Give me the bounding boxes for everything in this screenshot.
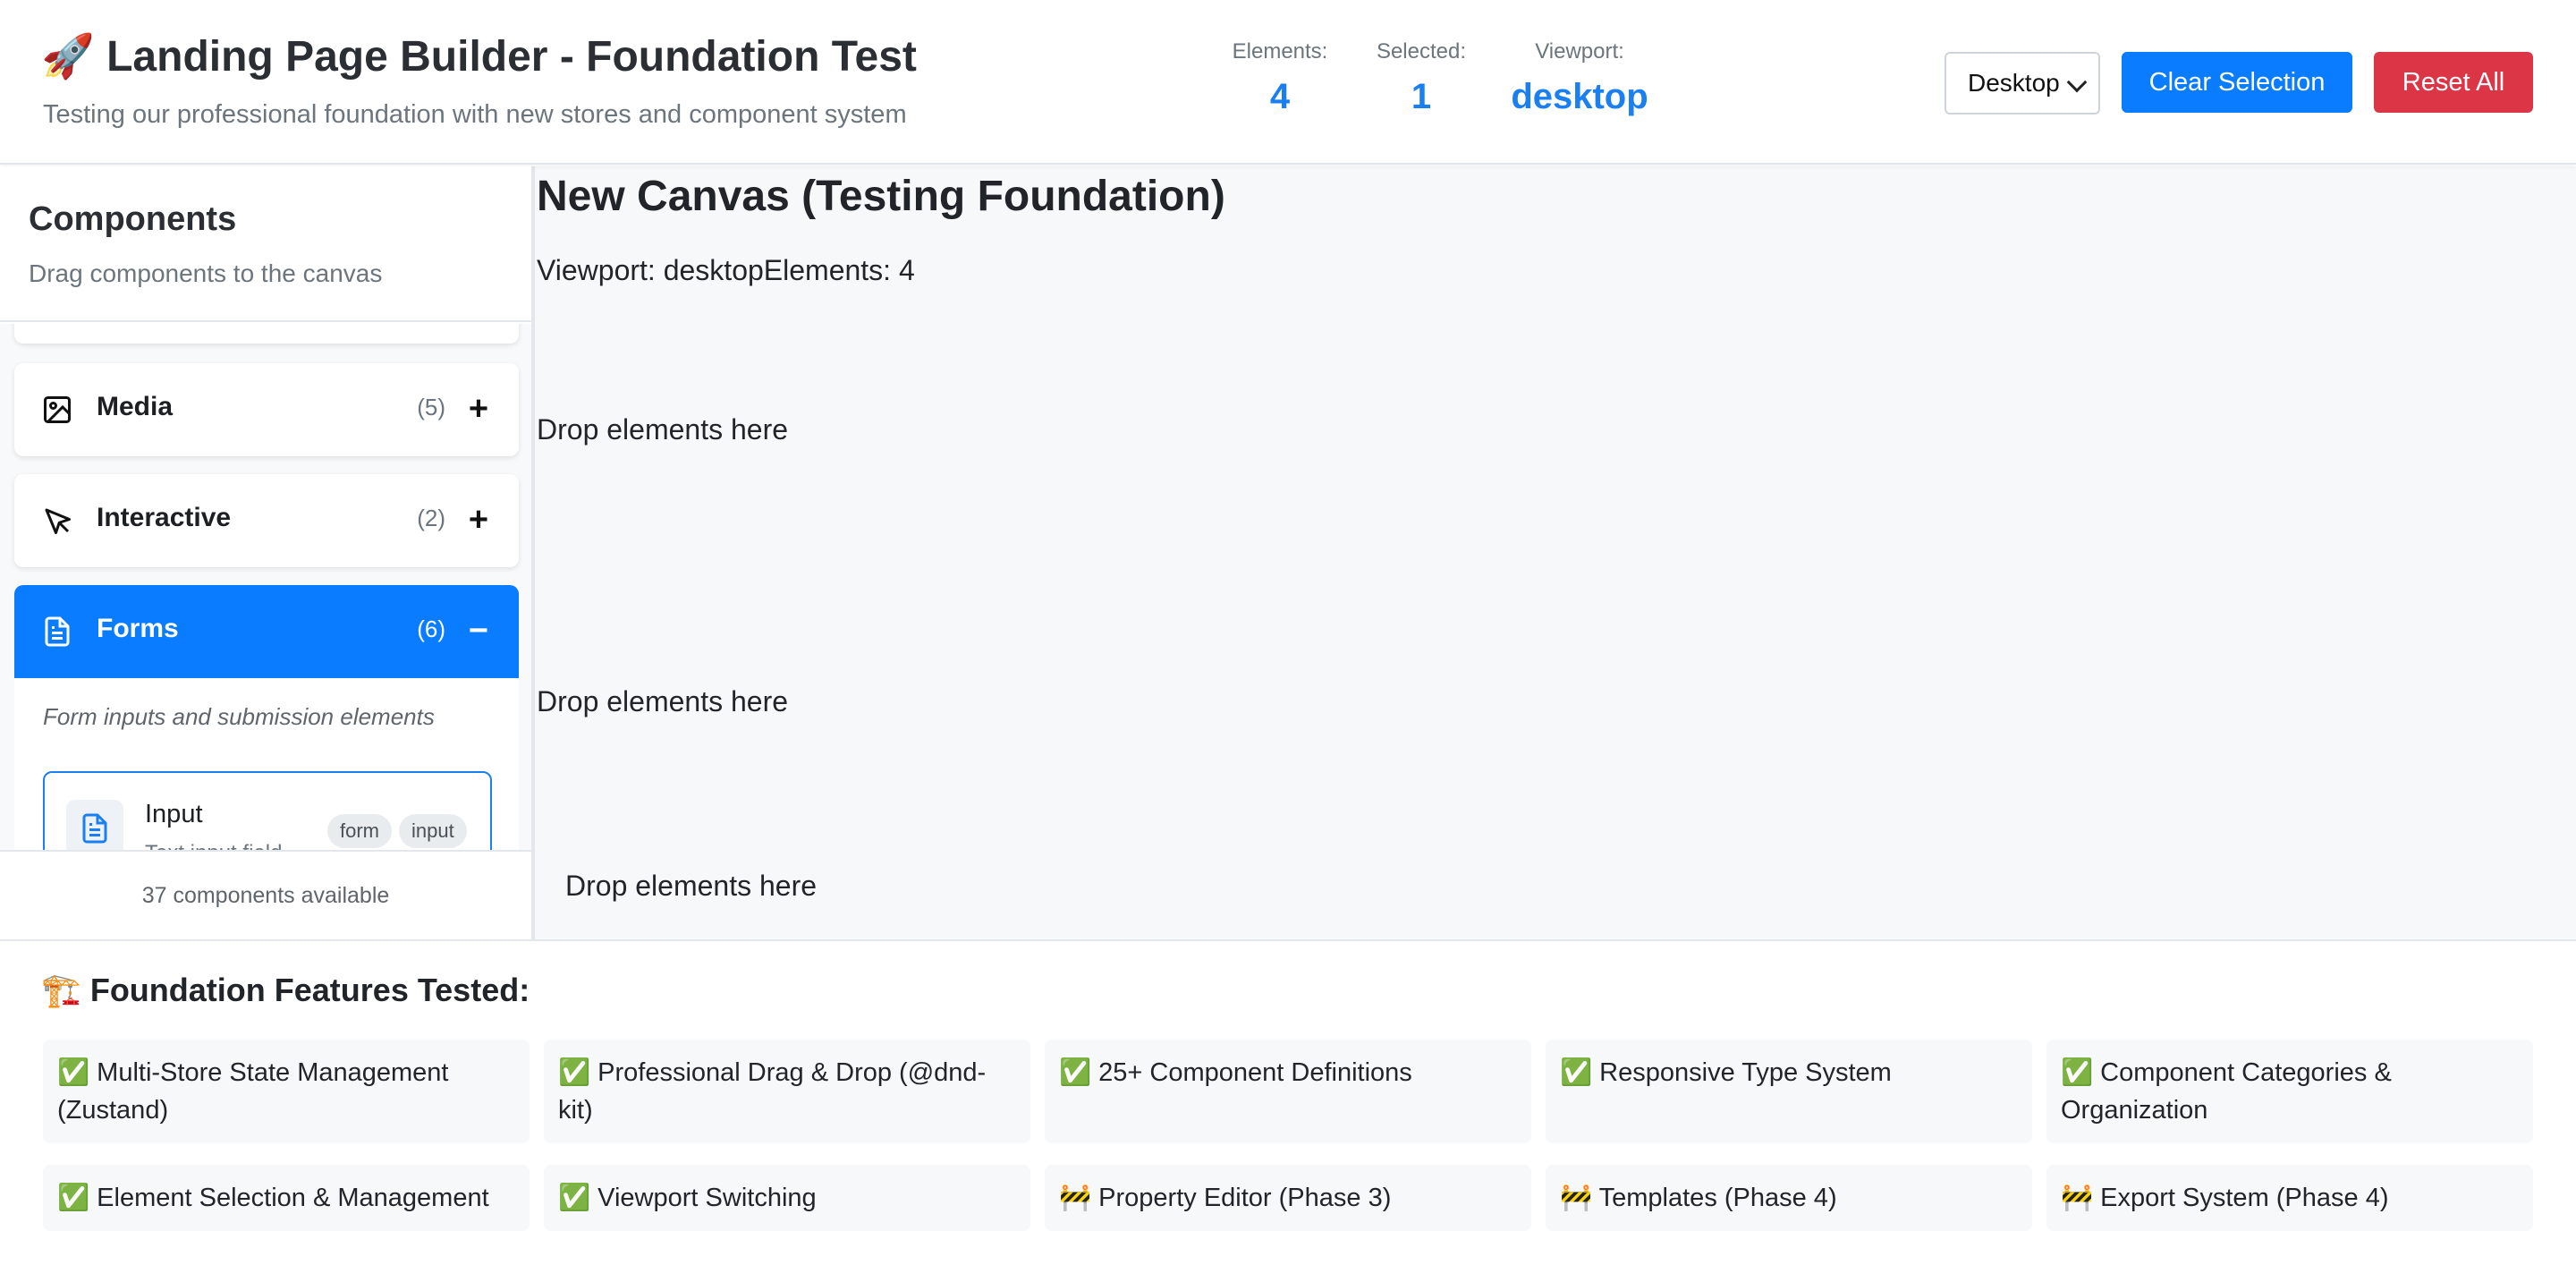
stat-viewport-label: Viewport:	[1535, 39, 1624, 64]
canvas-info: Viewport: desktopElements: 4	[537, 254, 915, 286]
sidebar-header: Components Drag components to the canvas	[0, 166, 531, 322]
category-forms-description: Form inputs and submission elements	[43, 703, 435, 730]
drop-zone[interactable]: Drop elements here	[565, 870, 817, 903]
page-title: 🚀 Landing Page Builder - Foundation Test	[41, 33, 917, 81]
component-name: Input	[145, 800, 203, 828]
canvas-title: New Canvas (Testing Foundation)	[537, 173, 1225, 220]
app-header: 🚀 Landing Page Builder - Foundation Test…	[0, 0, 2576, 165]
features-title: 🏗️ Foundation Features Tested:	[41, 972, 530, 1008]
feature-item: ✅ Element Selection & Management	[43, 1165, 530, 1231]
components-sidebar: Components Drag components to the canvas…	[0, 166, 535, 939]
category-interactive-count: (2)	[417, 505, 445, 531]
feature-item: 🚧 Templates (Phase 4)	[1546, 1165, 2032, 1231]
feature-item: ✅ Professional Drag & Drop (@dnd-kit)	[544, 1040, 1030, 1143]
category-forms-label: Forms	[97, 614, 179, 643]
chevron-down-icon	[2066, 72, 2088, 93]
stat-selected-label: Selected:	[1376, 39, 1467, 64]
features-panel: 🏗️ Foundation Features Tested: ✅ Multi-S…	[0, 939, 2576, 1265]
reset-all-button[interactable]: Reset All	[2374, 52, 2533, 113]
page-subtitle: Testing our professional foundation with…	[43, 100, 907, 129]
expand-icon[interactable]: +	[463, 503, 494, 537]
feature-item: ✅ Component Categories & Organization	[2046, 1040, 2533, 1143]
feature-item: ✅ Viewport Switching	[544, 1165, 1030, 1231]
category-media-count: (5)	[417, 394, 445, 420]
sidebar-title: Components	[29, 200, 237, 238]
category-interactive-label: Interactive	[97, 503, 232, 532]
stat-viewport: Viewport: desktop	[1508, 39, 1651, 117]
category-media-label: Media	[97, 392, 174, 421]
drop-zone[interactable]: Drop elements here	[537, 413, 788, 446]
category-forms-content: Form inputs and submission elements Inpu…	[14, 678, 519, 853]
viewport-select[interactable]: Desktop	[1945, 52, 2100, 115]
drop-zone[interactable]: Drop elements here	[537, 685, 788, 718]
feature-item: 🚧 Property Editor (Phase 3)	[1045, 1165, 1531, 1231]
viewport-select-value: Desktop	[1968, 69, 2060, 97]
component-tag: form	[327, 814, 392, 848]
category-forms[interactable]: Forms (6) −	[14, 585, 519, 678]
category-item-partial[interactable]	[14, 324, 519, 344]
feature-item: ✅ 25+ Component Definitions	[1045, 1040, 1531, 1143]
category-interactive[interactable]: Interactive (2) +	[14, 474, 519, 567]
expand-icon[interactable]: +	[463, 392, 494, 426]
clear-selection-button[interactable]: Clear Selection	[2122, 52, 2352, 113]
image-icon	[44, 396, 71, 423]
document-icon	[82, 813, 107, 844]
document-icon	[45, 616, 70, 647]
canvas-area[interactable]: New Canvas (Testing Foundation) Viewport…	[535, 166, 2576, 939]
stat-viewport-value: desktop	[1511, 77, 1648, 116]
sidebar-subtitle: Drag components to the canvas	[29, 259, 383, 287]
stat-elements-label: Elements:	[1232, 39, 1328, 64]
feature-item: ✅ Responsive Type System	[1546, 1040, 2032, 1143]
category-media[interactable]: Media (5) +	[14, 363, 519, 456]
stat-selected: Selected: 1	[1372, 39, 1470, 117]
category-forms-count: (6)	[417, 616, 445, 642]
stat-elements-value: 4	[1269, 77, 1291, 116]
component-tag: input	[399, 814, 467, 848]
stat-selected-value: 1	[1411, 77, 1432, 116]
collapse-icon[interactable]: −	[463, 614, 494, 648]
category-list[interactable]: Media (5) + Interactive (2) + Forms (6) …	[0, 324, 531, 853]
stat-elements: Elements: 4	[1231, 39, 1329, 117]
feature-item: ✅ Multi-Store State Management (Zustand)	[43, 1040, 530, 1143]
cursor-icon	[45, 508, 71, 534]
sidebar-footer: 37 components available	[0, 850, 531, 939]
component-icon	[66, 800, 123, 853]
component-card-input[interactable]: Input Text input field form input	[43, 771, 492, 853]
feature-item: 🚧 Export System (Phase 4)	[2046, 1165, 2533, 1231]
